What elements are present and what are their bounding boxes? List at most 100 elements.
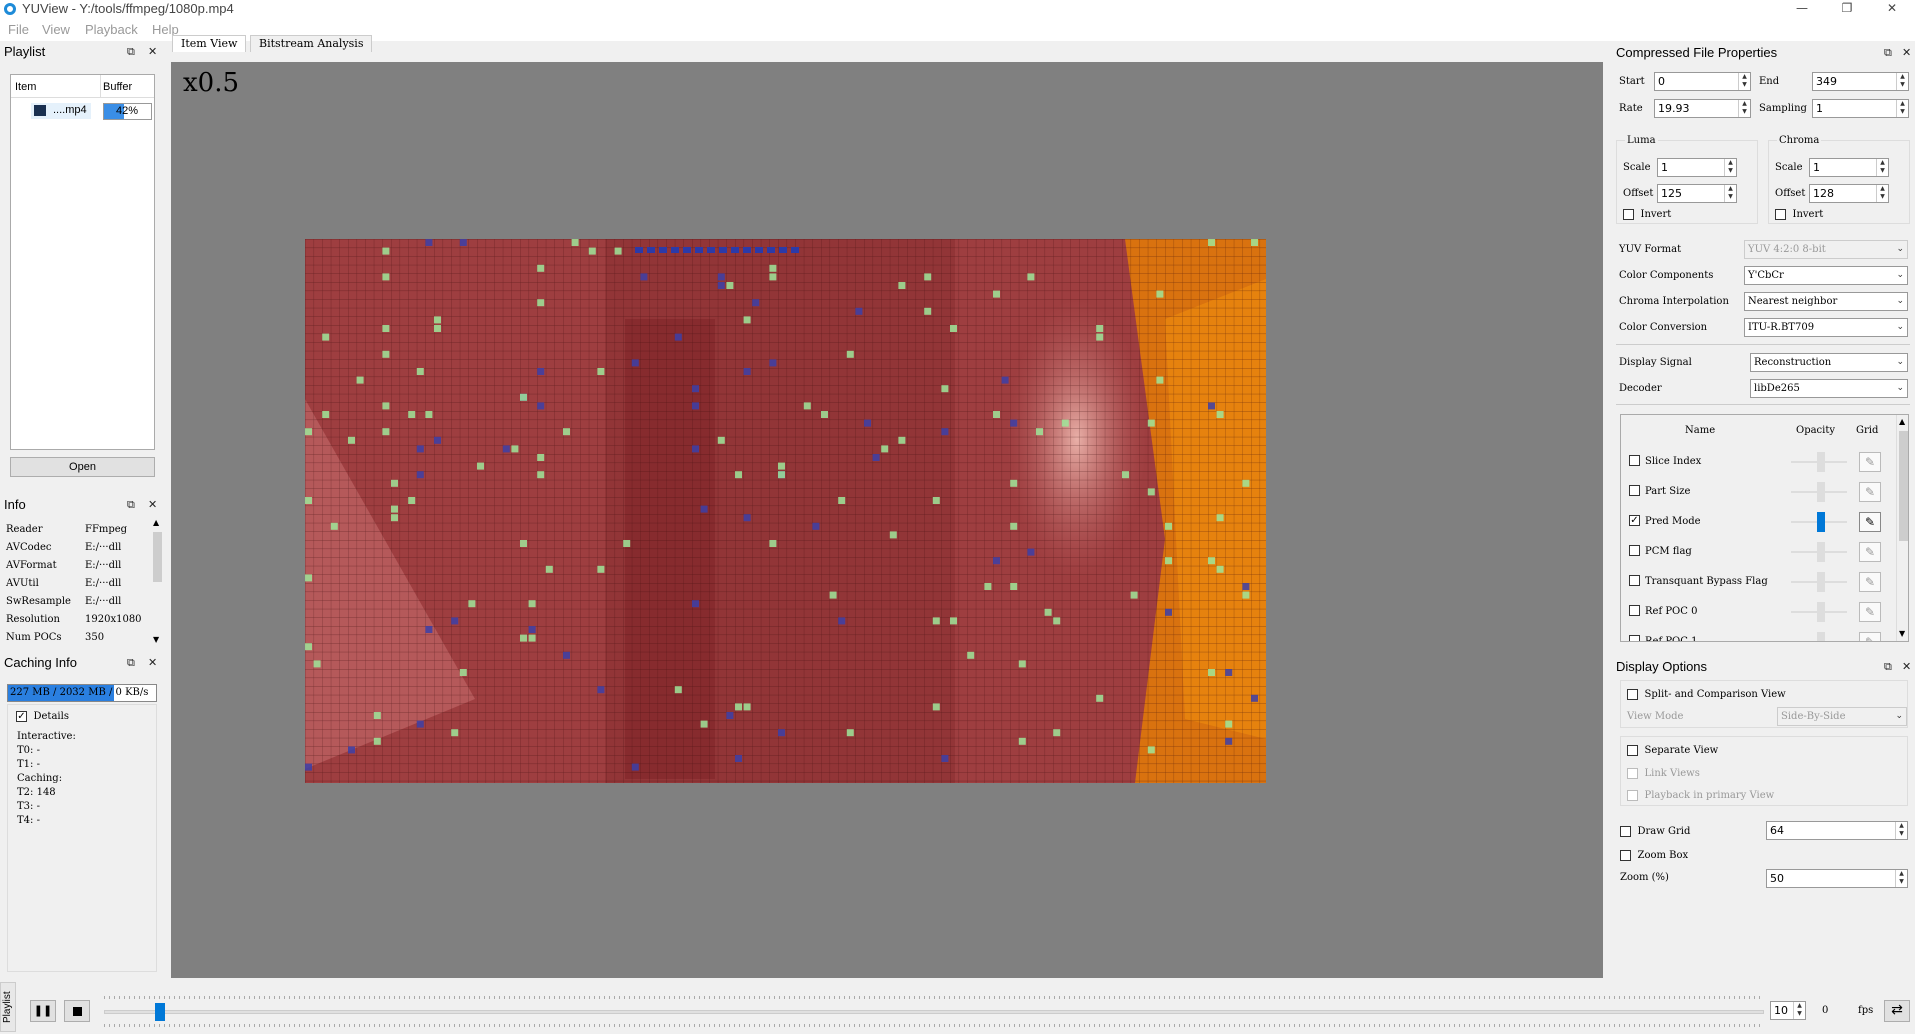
stat-checkbox[interactable] [1629,605,1640,616]
pencil-icon[interactable]: ✎ [1859,632,1881,641]
minimize-button[interactable]: — [1782,0,1822,19]
scrollbar-thumb[interactable] [1899,431,1908,541]
opacity-slider-handle[interactable] [1817,602,1825,622]
pause-button[interactable]: ❚❚ [30,1000,56,1022]
luma-invert-row[interactable]: Invert [1623,207,1671,220]
playback-primary-row[interactable]: Playback in primary View [1627,788,1774,801]
close-icon[interactable]: ✕ [1902,658,1911,676]
opacity-slider-handle[interactable] [1817,632,1825,641]
spin-arrows-icon[interactable]: ▲ ▼ [1738,73,1750,90]
sampling-spinbox[interactable]: 1 ▲ ▼ [1812,99,1909,118]
pencil-icon[interactable]: ✎ [1859,542,1881,562]
stats-scrollbar[interactable]: ▲ ▼ [1896,415,1908,641]
restore-button[interactable]: ❐ [1827,0,1867,19]
stat-row[interactable]: Ref POC 0 ✎ [1621,599,1896,625]
close-button[interactable]: ✕ [1872,0,1912,19]
info-scrollbar[interactable]: ▲ ▼ [151,518,164,648]
close-icon[interactable]: ✕ [148,654,157,672]
separate-view-row[interactable]: Separate View [1627,743,1718,756]
spin-arrows-icon[interactable]: ▲ ▼ [1896,100,1908,117]
stat-checkbox[interactable]: ✓ [1629,515,1640,526]
stat-row[interactable]: Transquant Bypass Flag ✎ [1621,569,1896,595]
stat-row[interactable]: Ref POC 1 ✎ [1621,629,1896,642]
grid-size-spinbox[interactable]: 64 ▲ ▼ [1766,821,1908,840]
scroll-down-icon[interactable]: ▼ [1899,629,1905,638]
playlist-side-tab[interactable]: Playlist [0,982,16,1032]
luma-offset-spinbox[interactable]: 125 ▲ ▼ [1657,184,1737,203]
stat-row[interactable]: ✓ Pred Mode ✎ [1621,509,1896,535]
column-buffer[interactable]: Buffer [103,81,132,93]
link-views-row[interactable]: Link Views [1627,766,1700,779]
split-view-checkbox[interactable] [1627,688,1638,700]
color-conversion-select[interactable]: ITU-R.BT709 ⌄ [1744,318,1908,337]
menu-file[interactable]: File [8,22,29,37]
stop-button[interactable] [64,1000,90,1022]
column-item[interactable]: Item [15,81,36,93]
spin-arrows-icon[interactable]: ▲ ▼ [1724,159,1736,176]
display-signal-select[interactable]: Reconstruction ⌄ [1750,353,1908,372]
spin-arrows-icon[interactable]: ▲ ▼ [1895,870,1907,887]
chroma-invert-checkbox[interactable] [1775,208,1786,220]
stat-row[interactable]: Part Size ✎ [1621,479,1896,505]
decoder-select[interactable]: libDe265 ⌄ [1750,379,1908,398]
split-view-row[interactable]: Split- and Comparison View [1627,687,1786,700]
frame-spinbox[interactable]: 10 ▲ ▼ [1770,1001,1806,1020]
timeline-slider[interactable] [104,1003,1764,1021]
close-icon[interactable]: ✕ [148,43,157,61]
opacity-slider-handle[interactable] [1817,452,1825,472]
repeat-button[interactable]: ⇄ [1884,1000,1910,1022]
draw-grid-row[interactable]: Draw Grid [1620,824,1690,837]
end-spinbox[interactable]: 349 ▲ ▼ [1812,72,1909,91]
details-checkbox[interactable]: ✓ [16,710,27,722]
scroll-up-icon[interactable]: ▲ [153,518,159,527]
scroll-down-icon[interactable]: ▼ [153,635,159,644]
luma-invert-checkbox[interactable] [1623,208,1634,220]
spin-arrows-icon[interactable]: ▲ ▼ [1895,822,1907,839]
playback-primary-checkbox[interactable] [1627,789,1638,801]
menu-playback[interactable]: Playback [85,22,138,37]
tab-item-view[interactable]: Item View [172,35,247,52]
spin-arrows-icon[interactable]: ▲ ▼ [1793,1002,1805,1019]
scrollbar-thumb[interactable] [153,532,162,582]
stat-checkbox[interactable] [1629,485,1640,496]
spin-arrows-icon[interactable]: ▲ ▼ [1876,185,1888,202]
video-frame[interactable] [305,239,1266,783]
stat-row[interactable]: Slice Index ✎ [1621,449,1896,475]
opacity-slider-handle[interactable] [1817,542,1825,562]
stat-row[interactable]: PCM flag ✎ [1621,539,1896,565]
start-spinbox[interactable]: 0 ▲ ▼ [1654,72,1751,91]
statistics-list[interactable]: Name Opacity Grid Slice Index ✎ Part Size ✎… [1620,414,1909,642]
luma-scale-spinbox[interactable]: 1 ▲ ▼ [1657,158,1737,177]
opacity-slider-handle[interactable] [1817,512,1825,532]
opacity-slider-handle[interactable] [1817,572,1825,592]
spin-arrows-icon[interactable]: ▲ ▼ [1724,185,1736,202]
pencil-icon[interactable]: ✎ [1859,482,1881,502]
chroma-invert-row[interactable]: Invert [1775,207,1823,220]
zoom-spinbox[interactable]: 50 ▲ ▼ [1766,869,1908,888]
opacity-slider[interactable] [1791,641,1847,642]
chroma-scale-spinbox[interactable]: 1 ▲ ▼ [1809,158,1889,177]
link-views-checkbox[interactable] [1627,767,1638,779]
item-view[interactable]: x0.5 [171,62,1603,978]
tab-bitstream-analysis[interactable]: Bitstream Analysis [250,35,373,52]
spin-arrows-icon[interactable]: ▲ ▼ [1896,73,1908,90]
pencil-icon[interactable]: ✎ [1859,572,1881,592]
open-button[interactable]: Open [10,457,155,477]
draw-grid-checkbox[interactable] [1620,825,1631,837]
view-mode-select[interactable]: Side-By-Side ⌄ [1777,707,1907,726]
zoom-box-checkbox[interactable] [1620,849,1631,861]
spin-arrows-icon[interactable]: ▲ ▼ [1876,159,1888,176]
stat-checkbox[interactable] [1629,635,1640,641]
stat-checkbox[interactable] [1629,575,1640,586]
chroma-offset-spinbox[interactable]: 128 ▲ ▼ [1809,184,1889,203]
float-icon[interactable]: ⧉ [1884,658,1892,676]
chroma-interp-select[interactable]: Nearest neighbor ⌄ [1744,292,1908,311]
separate-view-checkbox[interactable] [1627,744,1638,756]
details-checkbox-row[interactable]: ✓ Details [16,709,69,722]
float-icon[interactable]: ⧉ [127,654,135,672]
float-icon[interactable]: ⧉ [127,43,135,61]
playlist-tree[interactable]: Item Buffer ....mp4 42% [10,74,155,450]
stat-checkbox[interactable] [1629,455,1640,466]
opacity-slider-handle[interactable] [1817,482,1825,502]
close-icon[interactable]: ✕ [148,496,157,514]
